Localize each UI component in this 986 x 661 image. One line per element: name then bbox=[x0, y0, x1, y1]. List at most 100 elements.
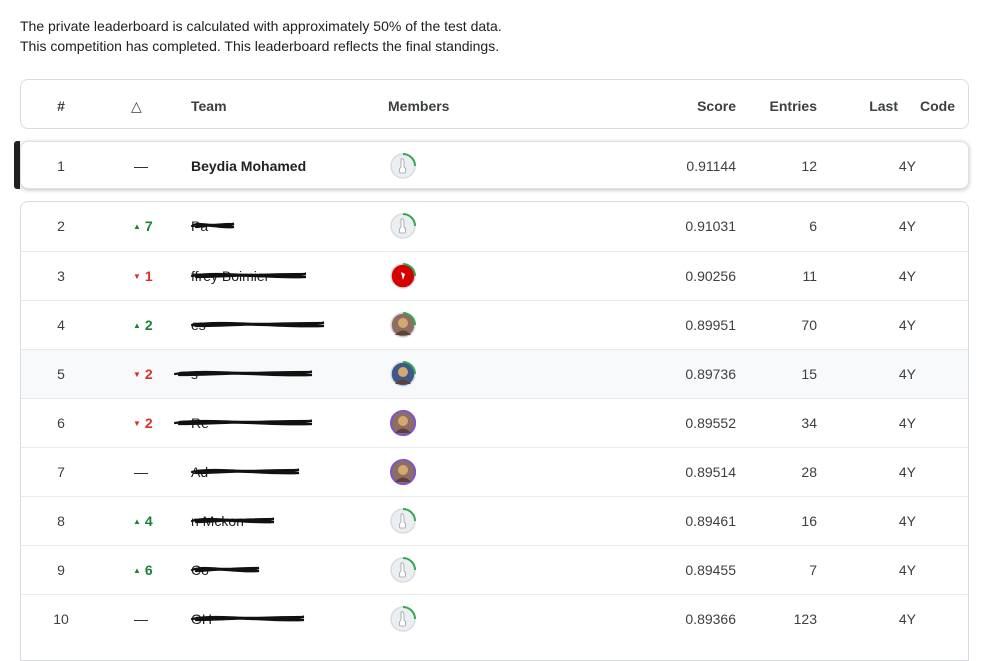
last-cell: 4Y bbox=[898, 464, 916, 480]
arrow-down-icon: ▼ bbox=[133, 370, 141, 379]
entries-cell: 6 bbox=[809, 218, 817, 234]
rank-cell: 7 bbox=[57, 464, 65, 480]
table-row[interactable]: 2 ▲ 7 Pa 0.91031 6 4Y bbox=[21, 202, 968, 251]
leaderboard-header: # △ Team Members Score Entries Last Code bbox=[20, 79, 969, 129]
team-name[interactable]: Pa bbox=[191, 216, 381, 236]
delta-cell: ▲ 6 bbox=[133, 560, 193, 581]
member-avatar[interactable] bbox=[389, 507, 417, 535]
delta-cell: — bbox=[134, 462, 194, 482]
member-avatar[interactable] bbox=[389, 152, 417, 180]
column-rank-header[interactable]: # bbox=[21, 96, 101, 116]
current-user-row[interactable]: 1 — Beydia Mohamed 0.91144 12 4Y bbox=[20, 141, 969, 189]
leaderboard-list: 2 ▲ 7 Pa 0.91031 6 4Y 3 ▼ 1 ffrey Boimier 0.90256 11… bbox=[20, 201, 969, 661]
avatar-icon bbox=[390, 312, 416, 338]
delta-value: 2 bbox=[144, 366, 153, 382]
goose-avatar-icon bbox=[390, 153, 416, 179]
arrow-down-icon: ▼ bbox=[133, 272, 141, 281]
table-row[interactable]: 6 ▼ 2 Re 0.89552 34 4Y bbox=[21, 398, 968, 447]
entries-cell: 11 bbox=[802, 268, 817, 284]
score-cell: 0.89461 bbox=[685, 513, 736, 529]
last-cell: 4Y bbox=[898, 562, 916, 578]
rank-cell: 1 bbox=[57, 158, 65, 174]
team-name[interactable]: es bbox=[191, 315, 381, 335]
score-cell: 0.89951 bbox=[685, 317, 736, 333]
team-name[interactable]: Re bbox=[191, 413, 381, 433]
team-name[interactable]: Co bbox=[191, 560, 381, 580]
avatar-icon bbox=[390, 508, 416, 534]
score-cell: 0.89366 bbox=[685, 611, 736, 627]
column-entries-header[interactable]: Entries bbox=[721, 96, 817, 116]
member-avatar[interactable] bbox=[389, 605, 417, 633]
delta-value: 2 bbox=[144, 415, 153, 431]
member-avatar[interactable] bbox=[389, 458, 417, 486]
rank-cell: 4 bbox=[57, 317, 65, 333]
column-delta-header[interactable]: △ bbox=[131, 96, 151, 116]
delta-cell: — bbox=[134, 158, 148, 174]
last-cell: 4Y bbox=[898, 268, 916, 284]
delta-value: 1 bbox=[144, 268, 153, 284]
column-last-header[interactable]: Last bbox=[861, 96, 898, 116]
column-code-header: Code bbox=[920, 98, 955, 114]
team-name[interactable]: ffrey Boimier bbox=[191, 266, 381, 286]
delta-value: 2 bbox=[144, 317, 153, 333]
delta-cell: ▼ 2 bbox=[133, 413, 193, 434]
rank-cell: 8 bbox=[57, 513, 65, 529]
last-cell: 4Y bbox=[898, 317, 916, 333]
member-avatar[interactable] bbox=[389, 212, 417, 240]
entries-cell: 16 bbox=[801, 513, 817, 529]
delta-cell: — bbox=[134, 609, 194, 629]
avatar-icon bbox=[390, 409, 417, 437]
avatar-icon bbox=[390, 213, 416, 239]
rank-cell: 2 bbox=[57, 218, 65, 234]
delta-value: 4 bbox=[144, 513, 153, 529]
delta-cell: ▲ 4 bbox=[133, 511, 193, 532]
member-avatar[interactable] bbox=[389, 262, 417, 290]
rank-cell: 10 bbox=[53, 611, 69, 627]
table-row[interactable]: 3 ▼ 1 ffrey Boimier 0.90256 11 4Y bbox=[21, 251, 968, 300]
member-avatar[interactable] bbox=[389, 311, 417, 339]
notice-line-2: This competition has completed. This lea… bbox=[20, 38, 500, 54]
score-cell: 0.89455 bbox=[685, 562, 736, 578]
arrow-up-icon: ▲ bbox=[133, 222, 141, 231]
rank-cell: 9 bbox=[57, 562, 65, 578]
avatar-icon bbox=[390, 557, 416, 583]
entries-cell: 70 bbox=[801, 317, 817, 333]
table-row[interactable]: 9 ▲ 6 Co 0.89455 7 4Y bbox=[21, 545, 968, 594]
score-cell: 0.91144 bbox=[686, 158, 736, 174]
team-name[interactable]: GH bbox=[191, 609, 381, 629]
notice: The private leaderboard is calculated wi… bbox=[20, 16, 502, 56]
delta-cell: ▼ 1 bbox=[133, 266, 193, 287]
team-name[interactable]: Beydia Mohamed bbox=[191, 156, 381, 176]
team-name[interactable]: s bbox=[191, 364, 381, 384]
notice-line-1: The private leaderboard is calculated wi… bbox=[20, 18, 502, 34]
entries-cell: 7 bbox=[809, 562, 817, 578]
delta-value: — bbox=[134, 611, 148, 627]
avatar-icon bbox=[390, 606, 416, 632]
score-cell: 0.91031 bbox=[685, 218, 736, 234]
table-row[interactable]: 5 ▼ 2 s 0.89736 15 4Y bbox=[21, 349, 968, 398]
delta-value: 7 bbox=[144, 218, 153, 234]
column-score-header[interactable]: Score bbox=[616, 96, 736, 116]
member-avatar[interactable] bbox=[389, 360, 417, 388]
last-cell: 4Y bbox=[898, 513, 916, 529]
table-row[interactable]: 8 ▲ 4 n Mckon 0.89461 16 4Y bbox=[21, 496, 968, 545]
avatar-icon bbox=[390, 361, 416, 387]
arrow-up-icon: ▲ bbox=[133, 517, 141, 526]
table-row[interactable]: 4 ▲ 2 es 0.89951 70 4Y bbox=[21, 300, 968, 349]
rank-cell: 5 bbox=[57, 366, 65, 382]
rank-cell: 3 bbox=[57, 268, 65, 284]
column-team-header[interactable]: Team bbox=[191, 96, 227, 116]
entries-cell: 34 bbox=[801, 415, 817, 431]
last-cell: 4Y bbox=[898, 611, 916, 627]
avatar-icon bbox=[390, 263, 416, 289]
team-name[interactable]: Ad bbox=[191, 462, 381, 482]
team-name[interactable]: n Mckon bbox=[191, 511, 381, 531]
avatar-icon bbox=[390, 458, 417, 486]
member-avatar[interactable] bbox=[389, 409, 417, 437]
arrow-up-icon: ▲ bbox=[133, 566, 141, 575]
table-row[interactable]: 7 — Ad 0.89514 28 4Y bbox=[21, 447, 968, 496]
arrow-down-icon: ▼ bbox=[133, 419, 141, 428]
member-avatar[interactable] bbox=[389, 556, 417, 584]
delta-cell: ▲ 7 bbox=[133, 216, 193, 237]
table-row[interactable]: 10 — GH 0.89366 123 4Y bbox=[21, 594, 968, 643]
